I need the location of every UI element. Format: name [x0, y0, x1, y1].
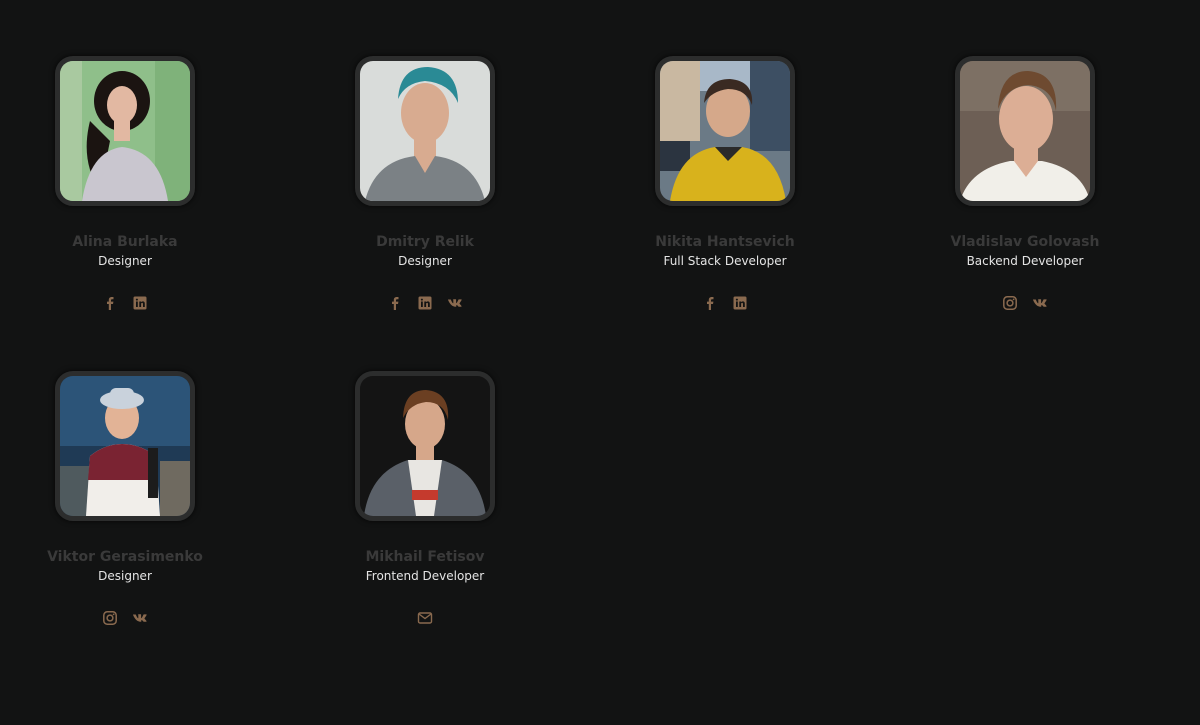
team-member-card: Mikhail Fetisov Frontend Developer — [300, 371, 550, 626]
member-photo — [355, 371, 495, 521]
member-role: Designer — [398, 254, 452, 268]
vk-icon[interactable] — [132, 610, 148, 626]
facebook-icon[interactable] — [702, 295, 718, 311]
member-name: Dmitry Relik — [376, 234, 474, 250]
social-links — [600, 295, 850, 311]
social-links — [300, 610, 550, 626]
team-member-card: Vladislav Golovash Backend Developer — [900, 56, 1150, 311]
member-role: Full Stack Developer — [663, 254, 787, 268]
member-name: Mikhail Fetisov — [365, 549, 485, 565]
linkedin-icon[interactable] — [732, 295, 748, 311]
social-links — [300, 295, 550, 311]
instagram-icon[interactable] — [1002, 295, 1018, 311]
member-name: Viktor Gerasimenko — [47, 549, 203, 565]
member-role: Frontend Developer — [365, 569, 485, 583]
vk-icon[interactable] — [447, 295, 463, 311]
social-links — [900, 295, 1150, 311]
member-photo — [355, 56, 495, 206]
facebook-icon[interactable] — [102, 295, 118, 311]
social-links — [0, 610, 250, 626]
member-name: Vladislav Golovash — [950, 234, 1100, 250]
member-photo — [55, 56, 195, 206]
member-role: Designer — [98, 569, 152, 583]
member-role: Designer — [98, 254, 152, 268]
facebook-icon[interactable] — [387, 295, 403, 311]
team-member-card: Nikita Hantsevich Full Stack Developer — [600, 56, 850, 311]
member-photo — [655, 56, 795, 206]
linkedin-icon[interactable] — [132, 295, 148, 311]
email-icon[interactable] — [417, 610, 433, 626]
member-role: Backend Developer — [966, 254, 1084, 268]
member-photo — [955, 56, 1095, 206]
member-photo — [55, 371, 195, 521]
instagram-icon[interactable] — [102, 610, 118, 626]
team-member-card: Alina Burlaka Designer — [0, 56, 250, 311]
member-name: Nikita Hantsevich — [655, 234, 795, 250]
social-links — [0, 295, 250, 311]
vk-icon[interactable] — [1032, 295, 1048, 311]
team-member-card: Dmitry Relik Designer — [300, 56, 550, 311]
linkedin-icon[interactable] — [417, 295, 433, 311]
team-section: Alina Burlaka Designer Dmitry Relik Desi… — [0, 0, 1200, 725]
team-member-card: Viktor Gerasimenko Designer — [0, 371, 250, 626]
member-name: Alina Burlaka — [72, 234, 178, 250]
